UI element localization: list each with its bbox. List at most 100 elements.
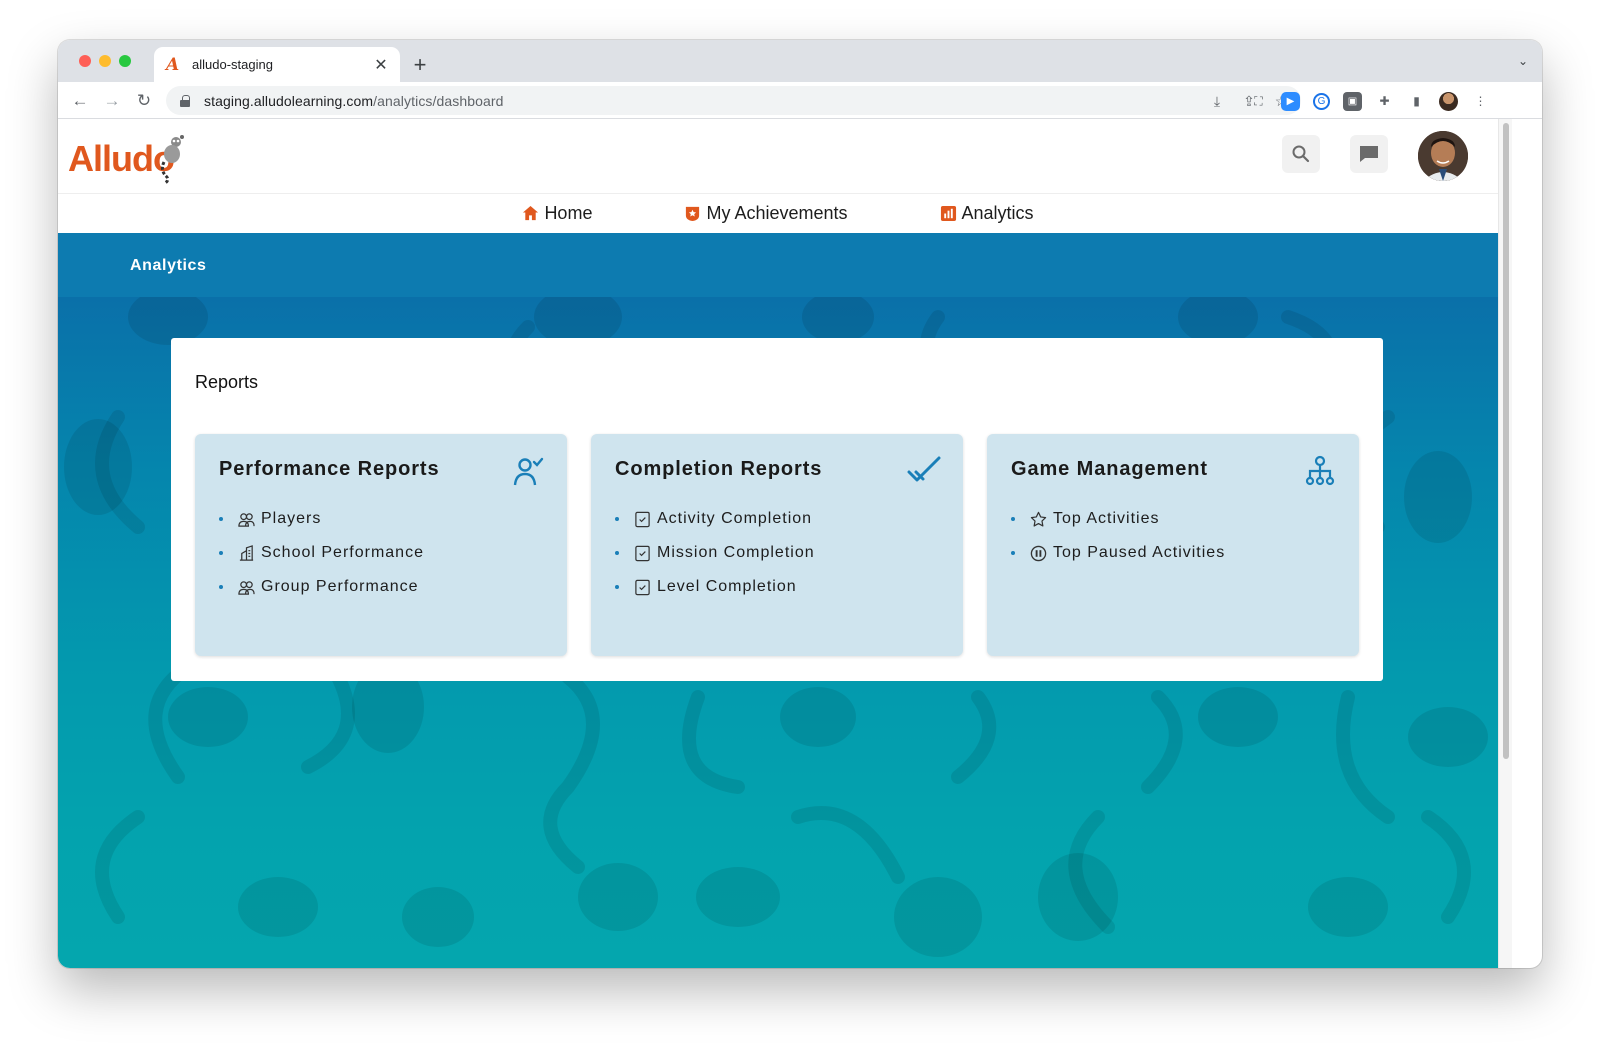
bullet	[219, 551, 223, 555]
nav-item-analytics[interactable]: Analytics	[940, 203, 1034, 224]
tab-search-chevron-icon[interactable]: ⌄	[1518, 54, 1528, 68]
checkbox-icon	[635, 545, 650, 561]
reports-heading: Reports	[195, 372, 259, 392]
bullet	[219, 585, 223, 589]
report-link-label: Level Completion	[657, 578, 797, 595]
kebab-menu-icon[interactable]: ⋮	[1471, 92, 1490, 111]
zoom-extension-icon[interactable]: ▶	[1281, 92, 1300, 111]
reports-panel: Reports Performance Reports Players Scho…	[171, 338, 1383, 681]
alludo-logo[interactable]: Alludo	[68, 134, 208, 184]
completion-reports-card: Completion Reports Activity Completion M…	[591, 434, 963, 656]
report-link-activity-completion[interactable]: Activity Completion	[615, 502, 815, 536]
pause-circle-icon	[1030, 545, 1047, 561]
report-link-label: Top Paused Activities	[1053, 544, 1226, 561]
card-title: Performance Reports	[219, 458, 440, 480]
window-controls	[79, 55, 131, 67]
page-viewport: Alludo Home My Achievements Analytics An…	[58, 119, 1498, 968]
bullet	[615, 585, 619, 589]
checkbox-icon	[635, 579, 650, 595]
back-arrow-icon[interactable]: ←	[68, 89, 92, 113]
app-header: Alludo	[58, 119, 1498, 193]
report-link-label: Mission Completion	[657, 544, 815, 561]
report-link-group-performance[interactable]: Group Performance	[219, 570, 424, 604]
report-link-players[interactable]: Players	[219, 502, 424, 536]
messages-button[interactable]	[1350, 135, 1388, 173]
report-link-label: Top Activities	[1053, 510, 1160, 527]
close-window-button[interactable]	[79, 55, 91, 67]
side-panel-icon[interactable]: ▮	[1407, 92, 1426, 111]
nav-item-home[interactable]: Home	[522, 203, 592, 224]
new-tab-button[interactable]: +	[408, 52, 432, 78]
search-button[interactable]	[1282, 135, 1320, 173]
nav-item-label: Analytics	[961, 203, 1034, 223]
game-management-card: Game Management Top Activities Top Pause…	[987, 434, 1359, 656]
avatar-portrait	[1418, 131, 1468, 181]
bullet	[615, 517, 619, 521]
completion-reports-list: Activity Completion Mission Completion L…	[615, 502, 815, 604]
browser-window: A alludo-staging ✕ + ⌄ ← → ↻ staging.all…	[58, 40, 1542, 968]
url-path: /analytics/dashboard	[373, 92, 504, 109]
card-title: Completion Reports	[615, 458, 823, 480]
hierarchy-icon	[1305, 455, 1335, 486]
user-avatar[interactable]	[1418, 131, 1468, 181]
chart-icon	[940, 205, 956, 222]
page-scrollbar[interactable]	[1498, 119, 1512, 968]
browser-toolbar: ← → ↻ staging.alludolearning.com/analyti…	[58, 82, 1542, 119]
star-icon	[1030, 511, 1047, 527]
report-link-label: Group Performance	[261, 578, 419, 595]
alludo-favicon-icon: A	[166, 54, 180, 75]
bullet	[1011, 551, 1015, 555]
building-icon	[239, 544, 254, 561]
report-link-top-activities[interactable]: Top Activities	[1011, 502, 1225, 536]
performance-reports-card: Performance Reports Players School Perfo…	[195, 434, 567, 656]
tab-title: alludo-staging	[192, 57, 273, 72]
report-link-label: Players	[261, 510, 322, 527]
badge-icon	[686, 206, 700, 222]
report-link-label: School Performance	[261, 544, 424, 561]
checkbox-icon	[635, 511, 650, 527]
user-check-icon	[513, 457, 544, 486]
browser-tab[interactable]: A alludo-staging ✕	[154, 47, 400, 82]
url-host: staging.alludolearning.com	[204, 92, 374, 109]
install-icon[interactable]: ⤓	[1209, 93, 1225, 109]
nav-item-my-achievements[interactable]: My Achievements	[684, 203, 848, 224]
url-text: staging.alludolearning.com/analytics/das…	[204, 93, 504, 109]
bullet	[1011, 517, 1015, 521]
maximize-window-button[interactable]	[119, 55, 131, 67]
minimize-window-button[interactable]	[99, 55, 111, 67]
users-icon	[238, 580, 255, 595]
tab-strip: A alludo-staging ✕ + ⌄	[58, 40, 1542, 82]
users-icon	[238, 512, 255, 527]
page-banner: Analytics	[58, 233, 1498, 297]
screenshot-icon[interactable]: ⛶	[1249, 92, 1268, 111]
report-link-top-paused-activities[interactable]: Top Paused Activities	[1011, 536, 1225, 570]
nav-item-label: My Achievements	[706, 203, 848, 223]
bullet	[219, 517, 223, 521]
scrollbar-thumb[interactable]	[1503, 123, 1509, 759]
extensions-bar: ⛶ ▶ G ▣ ✚ ▮ ⋮	[1249, 87, 1490, 116]
forward-arrow-icon[interactable]: →	[100, 89, 124, 113]
performance-reports-list: Players School Performance Group Perform…	[219, 502, 424, 604]
report-link-level-completion[interactable]: Level Completion	[615, 570, 815, 604]
home-icon	[523, 205, 539, 221]
nav-item-label: Home	[544, 203, 593, 223]
main-navigation: Home My Achievements Analytics	[58, 193, 1498, 233]
search-icon	[1292, 145, 1310, 163]
report-link-label: Activity Completion	[657, 510, 813, 527]
bullet	[615, 551, 619, 555]
grammarly-extension-icon[interactable]: G	[1313, 93, 1330, 110]
puzzle-extensions-icon[interactable]: ✚	[1375, 92, 1394, 111]
script-extension-icon[interactable]: ▣	[1343, 92, 1362, 111]
report-link-school-performance[interactable]: School Performance	[219, 536, 424, 570]
report-link-mission-completion[interactable]: Mission Completion	[615, 536, 815, 570]
card-title: Game Management	[1011, 458, 1208, 480]
check-icon	[907, 456, 941, 482]
game-management-list: Top Activities Top Paused Activities	[1011, 502, 1225, 570]
close-tab-icon[interactable]: ✕	[372, 55, 390, 75]
reload-icon[interactable]: ↻	[132, 89, 156, 113]
browser-profile-avatar[interactable]	[1439, 92, 1458, 111]
address-bar[interactable]: staging.alludolearning.com/analytics/das…	[166, 86, 1301, 115]
page-title: Analytics	[130, 257, 207, 274]
chat-bubble-icon	[1360, 146, 1378, 162]
lemur-logo-icon	[160, 135, 184, 184]
